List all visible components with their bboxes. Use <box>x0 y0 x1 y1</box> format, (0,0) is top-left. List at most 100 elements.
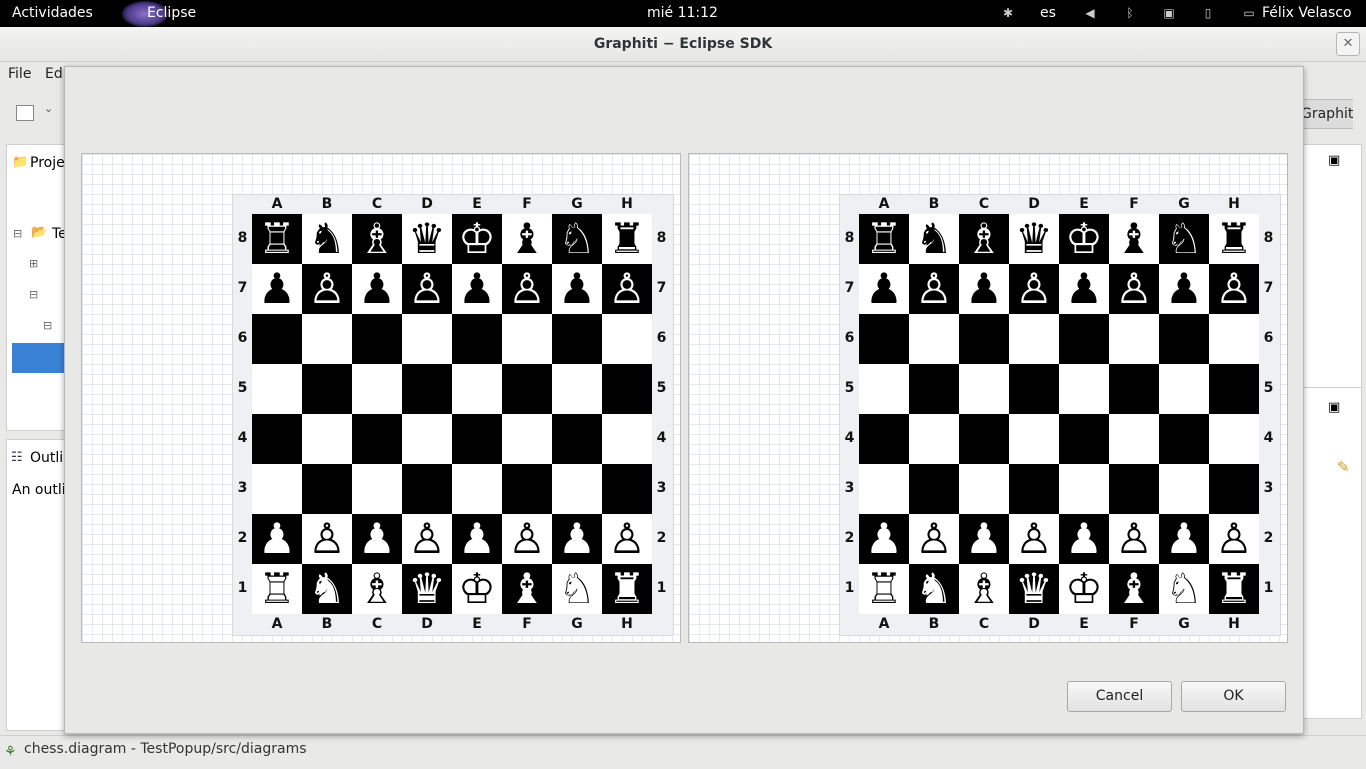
square-h7[interactable]: ♙ <box>1209 264 1259 314</box>
accessibility-icon[interactable]: ✱ <box>1001 6 1015 20</box>
expand-icon[interactable]: ⊞ <box>29 257 38 270</box>
white-pawn-icon[interactable]: ♙ <box>1215 514 1253 564</box>
square-a8[interactable]: ♖ <box>859 214 909 264</box>
black-pawn-icon[interactable]: ♙ <box>608 264 646 314</box>
perspective-tab-graphiti[interactable]: Graphiti <box>1300 99 1353 129</box>
square-g2[interactable]: ♟ <box>552 514 602 564</box>
square-a5[interactable] <box>252 364 302 414</box>
white-knight-icon[interactable]: ♞ <box>915 564 953 614</box>
black-king-icon[interactable]: ♔ <box>1065 214 1103 264</box>
white-pawn-icon[interactable]: ♙ <box>408 514 446 564</box>
black-pawn-icon[interactable]: ♙ <box>1115 264 1153 314</box>
volume-muted-icon[interactable]: ◀ <box>1083 6 1097 20</box>
square-f2[interactable]: ♙ <box>502 514 552 564</box>
square-c7[interactable]: ♟ <box>959 264 1009 314</box>
square-a7[interactable]: ♟ <box>859 264 909 314</box>
square-b7[interactable]: ♙ <box>302 264 352 314</box>
square-g1[interactable]: ♘ <box>1159 564 1209 614</box>
square-g7[interactable]: ♟ <box>552 264 602 314</box>
square-g3[interactable] <box>552 464 602 514</box>
square-d4[interactable] <box>402 414 452 464</box>
square-f4[interactable] <box>1109 414 1159 464</box>
square-e6[interactable] <box>452 314 502 364</box>
square-h3[interactable] <box>602 464 652 514</box>
white-pawn-icon[interactable]: ♟ <box>458 514 496 564</box>
white-pawn-icon[interactable]: ♙ <box>608 514 646 564</box>
white-bishop-icon[interactable]: ♝ <box>508 564 546 614</box>
white-bishop-icon[interactable]: ♗ <box>965 564 1003 614</box>
square-b8[interactable]: ♞ <box>909 214 959 264</box>
black-pawn-icon[interactable]: ♟ <box>258 264 296 314</box>
black-knight-icon[interactable]: ♞ <box>308 214 346 264</box>
square-e3[interactable] <box>452 464 502 514</box>
white-pawn-icon[interactable]: ♟ <box>358 514 396 564</box>
square-e5[interactable] <box>1059 364 1109 414</box>
square-b4[interactable] <box>909 414 959 464</box>
square-f4[interactable] <box>502 414 552 464</box>
white-knight-icon[interactable]: ♞ <box>308 564 346 614</box>
square-h4[interactable] <box>1209 414 1259 464</box>
square-h6[interactable] <box>602 314 652 364</box>
clear-brush-icon[interactable]: ✎ <box>1337 458 1350 476</box>
square-f3[interactable] <box>1109 464 1159 514</box>
square-f3[interactable] <box>502 464 552 514</box>
square-c4[interactable] <box>352 414 402 464</box>
square-f5[interactable] <box>1109 364 1159 414</box>
square-e7[interactable]: ♟ <box>1059 264 1109 314</box>
square-c2[interactable]: ♟ <box>959 514 1009 564</box>
user-menu[interactable]: Félix Velasco <box>1262 0 1352 27</box>
white-rook-icon[interactable]: ♜ <box>608 564 646 614</box>
black-knight-icon[interactable]: ♘ <box>1165 214 1203 264</box>
square-e8[interactable]: ♔ <box>452 214 502 264</box>
square-e3[interactable] <box>1059 464 1109 514</box>
project-explorer-title[interactable]: Proje <box>30 155 65 171</box>
white-pawn-icon[interactable]: ♟ <box>865 514 903 564</box>
square-h2[interactable]: ♙ <box>602 514 652 564</box>
white-pawn-icon[interactable]: ♟ <box>558 514 596 564</box>
white-pawn-icon[interactable]: ♙ <box>1015 514 1053 564</box>
square-b8[interactable]: ♞ <box>302 214 352 264</box>
square-g6[interactable] <box>552 314 602 364</box>
square-a4[interactable] <box>859 414 909 464</box>
black-queen-icon[interactable]: ♛ <box>408 214 446 264</box>
white-rook-icon[interactable]: ♖ <box>258 564 296 614</box>
black-bishop-icon[interactable]: ♗ <box>358 214 396 264</box>
black-pawn-icon[interactable]: ♙ <box>408 264 446 314</box>
square-e7[interactable]: ♟ <box>452 264 502 314</box>
square-h6[interactable] <box>1209 314 1259 364</box>
square-b4[interactable] <box>302 414 352 464</box>
square-f6[interactable] <box>502 314 552 364</box>
white-knight-icon[interactable]: ♘ <box>1165 564 1203 614</box>
square-a5[interactable] <box>859 364 909 414</box>
white-rook-icon[interactable]: ♖ <box>865 564 903 614</box>
square-d3[interactable] <box>402 464 452 514</box>
white-pawn-icon[interactable]: ♙ <box>915 514 953 564</box>
square-e2[interactable]: ♟ <box>1059 514 1109 564</box>
white-pawn-icon[interactable]: ♟ <box>965 514 1003 564</box>
square-c5[interactable] <box>959 364 1009 414</box>
square-b2[interactable]: ♙ <box>302 514 352 564</box>
square-a8[interactable]: ♖ <box>252 214 302 264</box>
square-g6[interactable] <box>1159 314 1209 364</box>
black-knight-icon[interactable]: ♞ <box>915 214 953 264</box>
square-b3[interactable] <box>302 464 352 514</box>
white-bishop-icon[interactable]: ♝ <box>1115 564 1153 614</box>
square-b5[interactable] <box>302 364 352 414</box>
selected-tree-row[interactable] <box>12 343 67 373</box>
square-h8[interactable]: ♜ <box>602 214 652 264</box>
square-d6[interactable] <box>1009 314 1059 364</box>
square-g3[interactable] <box>1159 464 1209 514</box>
white-king-icon[interactable]: ♔ <box>1065 564 1103 614</box>
square-c7[interactable]: ♟ <box>352 264 402 314</box>
square-g5[interactable] <box>1159 364 1209 414</box>
collapse-icon[interactable]: ⊟ <box>29 288 38 301</box>
square-f2[interactable]: ♙ <box>1109 514 1159 564</box>
maximize-icon[interactable]: ▣ <box>1328 153 1340 168</box>
network-icon[interactable]: ▣ <box>1162 6 1176 20</box>
black-pawn-icon[interactable]: ♟ <box>558 264 596 314</box>
square-h3[interactable] <box>1209 464 1259 514</box>
black-rook-icon[interactable]: ♜ <box>608 214 646 264</box>
white-king-icon[interactable]: ♔ <box>458 564 496 614</box>
white-pawn-icon[interactable]: ♟ <box>1165 514 1203 564</box>
black-pawn-icon[interactable]: ♟ <box>358 264 396 314</box>
